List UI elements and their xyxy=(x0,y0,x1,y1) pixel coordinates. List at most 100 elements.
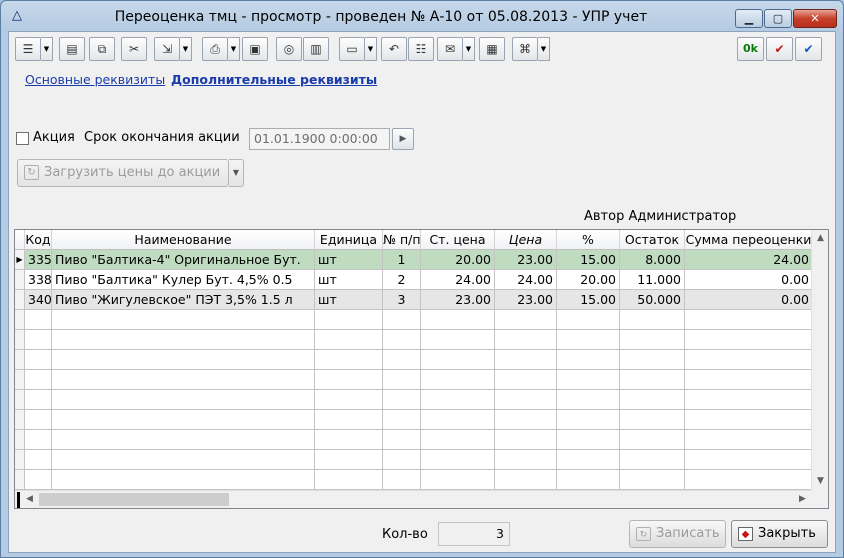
row-indicator[interactable] xyxy=(15,270,25,290)
table-cell[interactable]: 1 xyxy=(383,250,421,270)
table-cell[interactable] xyxy=(25,450,52,470)
table-cell[interactable] xyxy=(685,450,813,470)
column-header[interactable]: Код xyxy=(25,230,52,250)
load-prices-dropdown[interactable]: ▼ xyxy=(229,159,244,187)
column-header[interactable]: Цена xyxy=(495,230,557,250)
table-cell[interactable]: 8.000 xyxy=(620,250,685,270)
vertical-scrollbar[interactable]: ▲ ▼ xyxy=(811,230,828,490)
print-dropdown[interactable]: ▼ xyxy=(228,37,240,61)
table-cell[interactable] xyxy=(25,330,52,350)
column-header[interactable]: Единица xyxy=(315,230,383,250)
promo-checkbox[interactable] xyxy=(16,132,29,145)
envelope-dropdown[interactable]: ▼ xyxy=(463,37,475,61)
column-header[interactable]: № п/п xyxy=(383,230,421,250)
table-cell[interactable] xyxy=(421,370,495,390)
table-cell[interactable] xyxy=(383,310,421,330)
table-cell[interactable] xyxy=(495,410,557,430)
items-table[interactable]: Код Наименование Единица № п/п Ст. цена Цена%… xyxy=(14,229,829,509)
table-cell[interactable] xyxy=(685,430,813,450)
copy-icon[interactable]: ⧉ xyxy=(89,37,115,61)
scroll-thumb[interactable] xyxy=(39,493,229,506)
load-prices-button[interactable]: ↻ Загрузить цены до акции xyxy=(17,159,229,187)
table-cell[interactable] xyxy=(495,390,557,410)
row-indicator[interactable] xyxy=(15,390,25,410)
table-cell[interactable] xyxy=(495,450,557,470)
stamp-dropdown[interactable]: ▼ xyxy=(365,37,377,61)
table-cell[interactable]: 335 xyxy=(25,250,52,270)
table-cell[interactable] xyxy=(620,310,685,330)
table-cell[interactable]: 0.00 xyxy=(685,290,813,310)
envelope-icon[interactable]: ✉ xyxy=(437,37,463,61)
table-cell[interactable] xyxy=(495,430,557,450)
table-cell[interactable] xyxy=(421,430,495,450)
table-cell[interactable]: 23.00 xyxy=(495,250,557,270)
table-cell[interactable] xyxy=(25,310,52,330)
structure-icon[interactable]: ☷ xyxy=(408,37,434,61)
table-cell[interactable] xyxy=(620,410,685,430)
picture-icon[interactable]: ▣ xyxy=(242,37,268,61)
table-cell[interactable]: шт xyxy=(315,250,383,270)
table-cell[interactable] xyxy=(315,370,383,390)
table-cell[interactable] xyxy=(52,410,315,430)
table-cell[interactable] xyxy=(685,370,813,390)
table-cell[interactable] xyxy=(495,350,557,370)
table-cell[interactable]: 24.00 xyxy=(685,250,813,270)
table-cell[interactable] xyxy=(685,350,813,370)
table-cell[interactable] xyxy=(620,330,685,350)
table-cell[interactable]: 338 xyxy=(25,270,52,290)
table-cell[interactable]: Пиво "Жигулевское" ПЭТ 3,5% 1.5 л xyxy=(52,290,315,310)
table-cell[interactable] xyxy=(383,370,421,390)
table-cell[interactable] xyxy=(315,350,383,370)
table-cell[interactable] xyxy=(383,430,421,450)
table-cell[interactable] xyxy=(620,370,685,390)
table-cell[interactable] xyxy=(421,470,495,490)
table-cell[interactable] xyxy=(315,410,383,430)
table-cell[interactable]: Пиво "Балтика-4" Оригинальное Бут. xyxy=(52,250,315,270)
document-list-icon[interactable]: ☰ xyxy=(15,37,41,61)
table-cell[interactable]: Пиво "Балтика" Кулер Бут. 4,5% 0.5 xyxy=(52,270,315,290)
table-cell[interactable] xyxy=(52,350,315,370)
network-icon[interactable]: ⌘ xyxy=(512,37,538,61)
row-indicator[interactable] xyxy=(15,290,25,310)
row-indicator[interactable] xyxy=(15,450,25,470)
table-cell[interactable] xyxy=(25,410,52,430)
table-cell[interactable] xyxy=(685,470,813,490)
table-cell[interactable]: 2 xyxy=(383,270,421,290)
table-cell[interactable] xyxy=(685,330,813,350)
table-cell[interactable] xyxy=(315,330,383,350)
table-cell[interactable] xyxy=(557,470,620,490)
column-header[interactable]: Сумма переоценки xyxy=(685,230,813,250)
table-cell[interactable] xyxy=(421,310,495,330)
table-cell[interactable] xyxy=(52,390,315,410)
table-cell[interactable] xyxy=(620,470,685,490)
row-indicator[interactable] xyxy=(15,330,25,350)
table-cell[interactable]: 11.000 xyxy=(620,270,685,290)
check-blue-icon[interactable]: ✔ xyxy=(795,37,822,61)
table-cell[interactable]: шт xyxy=(315,290,383,310)
table-cell[interactable] xyxy=(25,350,52,370)
table-cell[interactable] xyxy=(52,470,315,490)
table-cell[interactable] xyxy=(557,370,620,390)
table-cell[interactable] xyxy=(620,350,685,370)
maximize-button[interactable]: ▢ xyxy=(764,9,792,28)
table-cell[interactable] xyxy=(620,450,685,470)
import-dropdown[interactable]: ▼ xyxy=(180,37,192,61)
table-cell[interactable] xyxy=(495,330,557,350)
promo-end-field[interactable]: 01.01.1900 0:00:00 xyxy=(249,128,390,150)
table-cell[interactable] xyxy=(315,430,383,450)
table-cell[interactable] xyxy=(557,350,620,370)
row-indicator[interactable] xyxy=(15,370,25,390)
list-icon[interactable]: ▤ xyxy=(59,37,85,61)
row-indicator[interactable] xyxy=(15,310,25,330)
table-cell[interactable] xyxy=(25,430,52,450)
table-cell[interactable] xyxy=(52,310,315,330)
table-cell[interactable] xyxy=(315,390,383,410)
table-cell[interactable] xyxy=(315,450,383,470)
row-indicator[interactable] xyxy=(15,410,25,430)
table-cell[interactable] xyxy=(557,310,620,330)
table-cell[interactable] xyxy=(383,350,421,370)
table-cell[interactable] xyxy=(495,310,557,330)
table-cell[interactable]: 340 xyxy=(25,290,52,310)
table-cell[interactable]: 20.00 xyxy=(421,250,495,270)
table-cell[interactable]: 20.00 xyxy=(557,270,620,290)
